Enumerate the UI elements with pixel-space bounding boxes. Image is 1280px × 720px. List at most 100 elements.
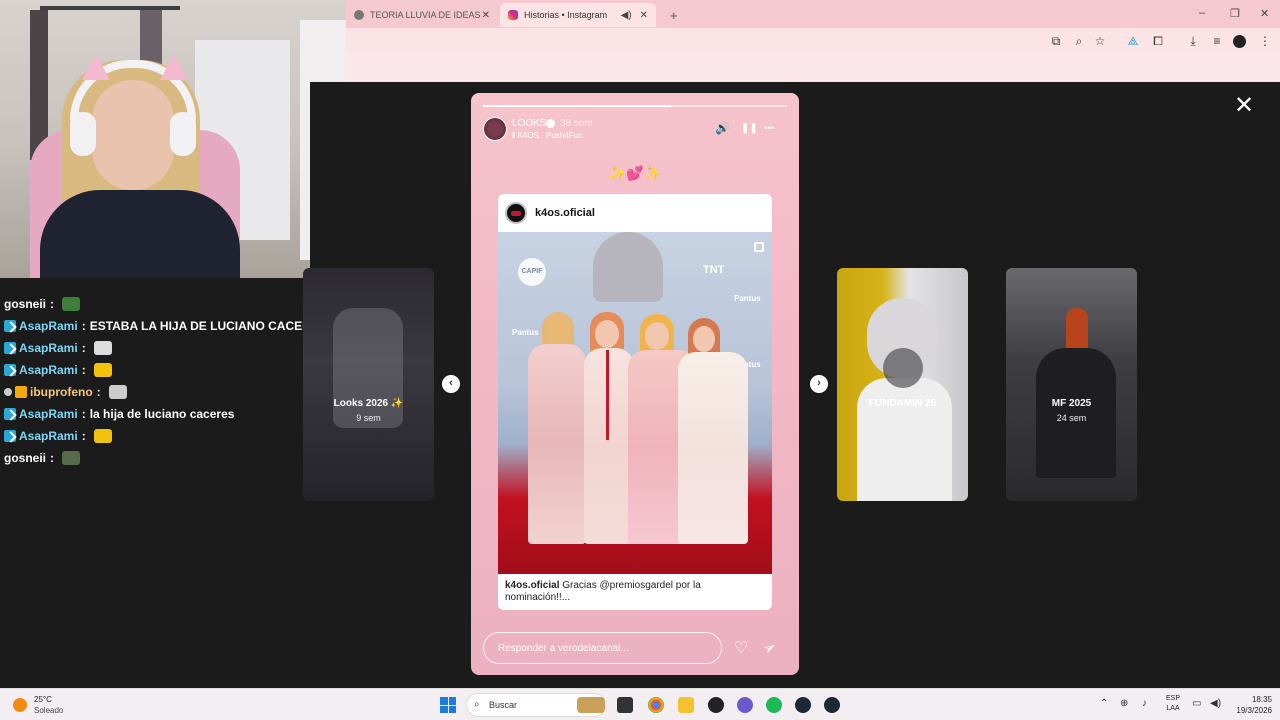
subscriber-badge-icon[interactable] xyxy=(4,342,16,354)
like-heart-icon[interactable]: ♡ xyxy=(734,638,748,658)
share-send-icon[interactable]: ➢ xyxy=(759,636,781,660)
subscriber-badge-icon[interactable] xyxy=(4,320,16,332)
puzzle-icon[interactable]: ⧠ xyxy=(1150,34,1166,49)
display-icon[interactable]: ▭ xyxy=(1192,698,1201,709)
steam-icon[interactable] xyxy=(795,697,811,713)
extension-icon[interactable]: ⟁ xyxy=(1125,34,1141,49)
tab-instagram[interactable]: Historias • Instagram ◀) ✕ xyxy=(500,3,656,27)
page-top-bar xyxy=(346,54,1280,82)
verified-icon xyxy=(546,119,555,128)
steam-icon[interactable] xyxy=(824,697,840,713)
reply-input[interactable] xyxy=(483,632,722,664)
subscriber-badge-icon[interactable] xyxy=(4,430,16,442)
capif-logo: CAPIF xyxy=(518,258,546,286)
chat-message: AsapRami: xyxy=(4,426,112,446)
story-preview-fundamin[interactable]: FUNDAMIN 25 20 sem xyxy=(837,268,968,501)
story-preview-time: 9 sem xyxy=(356,413,381,423)
chevron-up-icon[interactable]: ⌃ xyxy=(1100,698,1108,709)
chrome-icon[interactable] xyxy=(648,697,664,713)
chat-separator: : xyxy=(81,429,86,443)
media-icon[interactable]: ≡ xyxy=(1209,34,1225,48)
chat-username[interactable]: gosneii xyxy=(4,297,46,311)
chat-message: AsapRami: la hija de luciano caceres xyxy=(4,404,234,424)
story-sticker: ✨💕✨ xyxy=(608,165,662,181)
volume-icon[interactable]: ◀) xyxy=(1210,698,1221,709)
vip-badge-icon[interactable] xyxy=(15,386,27,398)
close-tab-icon[interactable]: ✕ xyxy=(640,10,648,21)
mute-icon[interactable]: 🔊 xyxy=(715,121,730,135)
story-avatar[interactable] xyxy=(483,117,507,141)
subscriber-badge-icon[interactable] xyxy=(4,364,16,376)
new-tab-button[interactable]: + xyxy=(662,3,682,27)
story-preview-time: 24 sem xyxy=(1056,413,1087,423)
windows-start-icon[interactable] xyxy=(440,697,456,713)
taskbar-search[interactable]: ⌕ Buscar xyxy=(466,693,606,717)
obs-icon[interactable] xyxy=(708,697,724,713)
story-preview-looks-2026[interactable]: Looks 2026 ✨ 9 sem xyxy=(303,268,434,501)
chat-username[interactable]: gosneii xyxy=(4,451,46,465)
chat-username[interactable]: AsapRami xyxy=(19,341,78,355)
search-icon: ⌕ xyxy=(474,699,480,710)
story-preview-title: Looks 2026 ✨ xyxy=(333,398,404,409)
bookmark-star-icon[interactable]: ☆ xyxy=(1092,34,1108,48)
profile-avatar[interactable] xyxy=(1233,35,1246,48)
shared-post-card[interactable]: k4os.oficial CAPIF TNT Pantus Pantus Pan… xyxy=(498,194,772,610)
story-preview-title: MF 2025 xyxy=(1051,398,1092,409)
spotify-icon[interactable] xyxy=(766,697,782,713)
pause-icon[interactable]: ❚❚ xyxy=(741,123,758,134)
subscriber-badge-icon[interactable] xyxy=(4,408,16,420)
install-icon[interactable]: ⧉ xyxy=(1048,34,1064,49)
chat-message: ibuprofeno: xyxy=(4,382,127,402)
chat-message: gosneii: xyxy=(4,294,81,314)
language-indicator[interactable]: ESP LAA xyxy=(1164,694,1182,714)
chat-username[interactable]: AsapRami xyxy=(19,407,78,421)
post-caption: k4os.oficial Gracias @premiosgardel por … xyxy=(505,580,701,603)
next-story-button[interactable]: › xyxy=(810,375,828,393)
previous-story-button[interactable]: ‹ xyxy=(442,375,460,393)
search-highlight-image xyxy=(577,697,605,713)
more-options-icon[interactable]: ••• xyxy=(764,123,775,134)
chat-username[interactable]: AsapRami xyxy=(19,319,78,333)
tab-teoria[interactable]: TEORIA LLUVIA DE IDEAS ✕ xyxy=(346,3,498,27)
chat-separator: : xyxy=(50,451,55,465)
chat-separator: : xyxy=(50,297,55,311)
active-story[interactable]: LOOKS 38 sem ⫴ K4OS · Push4Fun 🔊 ❚❚ ••• … xyxy=(471,93,799,675)
close-story-button[interactable]: ✕ xyxy=(1232,94,1256,118)
globe-icon xyxy=(354,10,364,20)
chat-username[interactable]: AsapRami xyxy=(19,363,78,377)
microphone-icon[interactable]: ♪ xyxy=(1142,698,1147,709)
sun-icon xyxy=(13,698,27,712)
instagram-icon xyxy=(508,10,518,20)
close-tab-icon[interactable]: ✕ xyxy=(482,10,490,21)
chat-emote-icon xyxy=(62,297,81,311)
gear-badge-icon[interactable] xyxy=(4,388,12,396)
file-explorer-icon[interactable] xyxy=(678,697,694,713)
discord-icon[interactable] xyxy=(737,697,753,713)
chat-username[interactable]: ibuprofeno xyxy=(30,385,93,399)
story-music[interactable]: ⫴ K4OS · Push4Fun xyxy=(512,131,583,141)
chat-emote-icon xyxy=(62,451,81,465)
close-window-button[interactable]: ✕ xyxy=(1260,7,1269,20)
maximize-button[interactable]: ❐ xyxy=(1230,7,1240,20)
post-photo: CAPIF TNT Pantus Pantus Pantus xyxy=(498,232,772,574)
zoom-icon[interactable]: ⌕ xyxy=(1071,34,1087,49)
chat-separator: : xyxy=(96,385,101,399)
download-icon[interactable]: ⤓ xyxy=(1185,34,1201,49)
clock[interactable]: 18:35 19/3/2026 xyxy=(1236,694,1272,716)
story-preview-mf-2025[interactable]: MF 2025 24 sem xyxy=(1006,268,1137,501)
story-username[interactable]: LOOKS xyxy=(512,118,546,129)
weather-temp[interactable]: 25°C xyxy=(34,695,52,704)
tab-strip: TEORIA LLUVIA DE IDEAS ✕ Historias • Ins… xyxy=(346,0,1280,28)
speaker-icon[interactable]: ◀) xyxy=(621,10,632,21)
task-view-icon[interactable] xyxy=(617,697,633,713)
chat-emote-icon xyxy=(93,363,112,377)
menu-icon[interactable]: ⋮ xyxy=(1257,34,1273,48)
weather-desc[interactable]: Soleado xyxy=(34,706,63,715)
minimize-button[interactable]: – xyxy=(1199,7,1205,19)
multi-photo-icon xyxy=(754,242,764,252)
sponsor-logo: Pantus xyxy=(512,328,539,337)
browser-window: TEORIA LLUVIA DE IDEAS ✕ Historias • Ins… xyxy=(346,0,1280,82)
network-icon[interactable]: ⊕ xyxy=(1120,698,1128,709)
chat-username[interactable]: AsapRami xyxy=(19,429,78,443)
chat-text: la hija de luciano caceres xyxy=(89,407,235,421)
